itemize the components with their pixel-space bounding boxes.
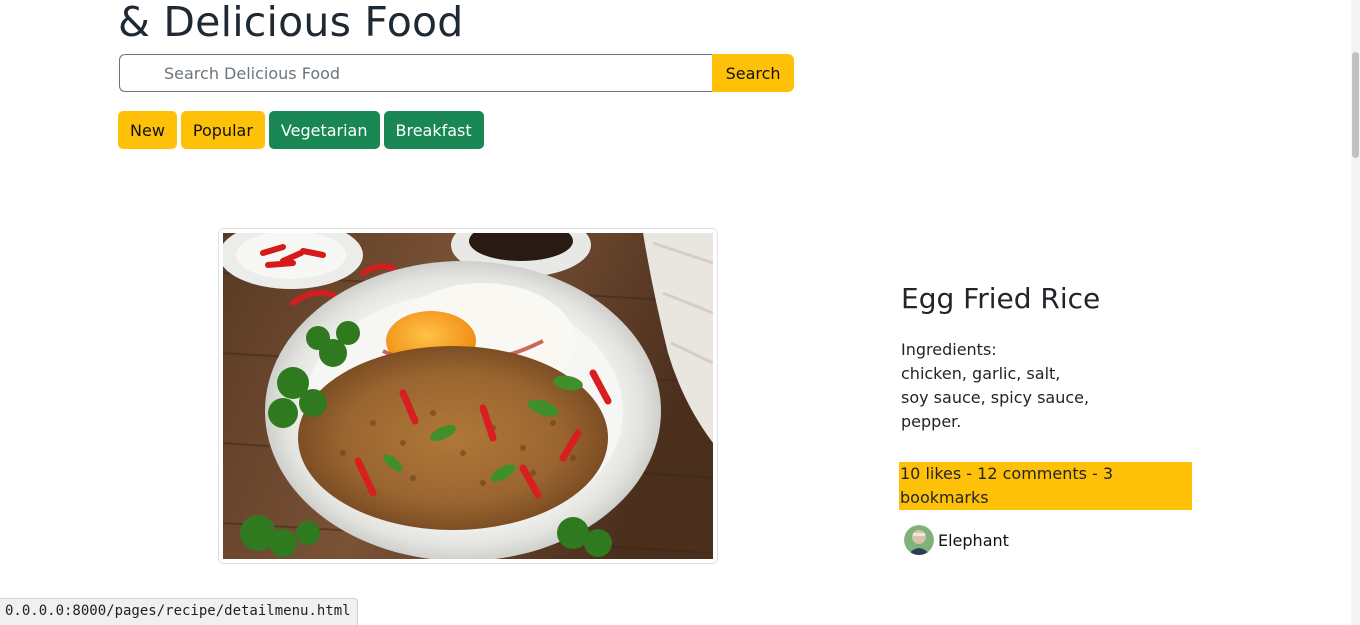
- category-tags: New Popular Vegetarian Breakfast: [118, 111, 484, 149]
- ingredients-line: pepper.: [901, 412, 962, 431]
- ingredients-line: chicken, garlic, salt,: [901, 364, 1061, 383]
- tag-breakfast-button[interactable]: Breakfast: [383, 111, 484, 149]
- ingredients-heading: Ingredients:: [901, 340, 997, 359]
- ingredients-line: soy sauce, spicy sauce,: [901, 388, 1090, 407]
- recipe-detail-page: & Delicious Food Search New Popular Vege…: [0, 0, 1360, 625]
- recipe-detail: Egg Fried Rice Ingredients: chicken, gar…: [901, 280, 1201, 434]
- scrollbar[interactable]: [1351, 0, 1360, 625]
- ingredients: Ingredients: chicken, garlic, salt, soy …: [901, 338, 1201, 434]
- search-input[interactable]: [119, 54, 713, 92]
- recipe-title: Egg Fried Rice: [901, 282, 1101, 315]
- status-bar-url: 0.0.0.0:8000/pages/recipe/detailmenu.htm…: [0, 598, 358, 625]
- user-avatar: [904, 525, 934, 555]
- recipe-image-frame: [218, 228, 718, 564]
- tag-popular-button[interactable]: Popular: [180, 111, 265, 149]
- recipe-stats: 10 likes - 12 comments - 3 bookmarks: [899, 462, 1192, 510]
- tag-new-button[interactable]: New: [118, 111, 177, 149]
- author-link[interactable]: Elephant: [904, 525, 1009, 555]
- scrollbar-thumb[interactable]: [1352, 52, 1359, 158]
- egg-fried-rice-photo: [223, 233, 713, 559]
- search-bar: Search: [119, 54, 794, 92]
- search-button[interactable]: Search: [712, 54, 794, 92]
- author-name: Elephant: [938, 530, 1009, 550]
- tag-vegetarian-button[interactable]: Vegetarian: [268, 111, 380, 149]
- hero-title: & Delicious Food: [118, 0, 464, 46]
